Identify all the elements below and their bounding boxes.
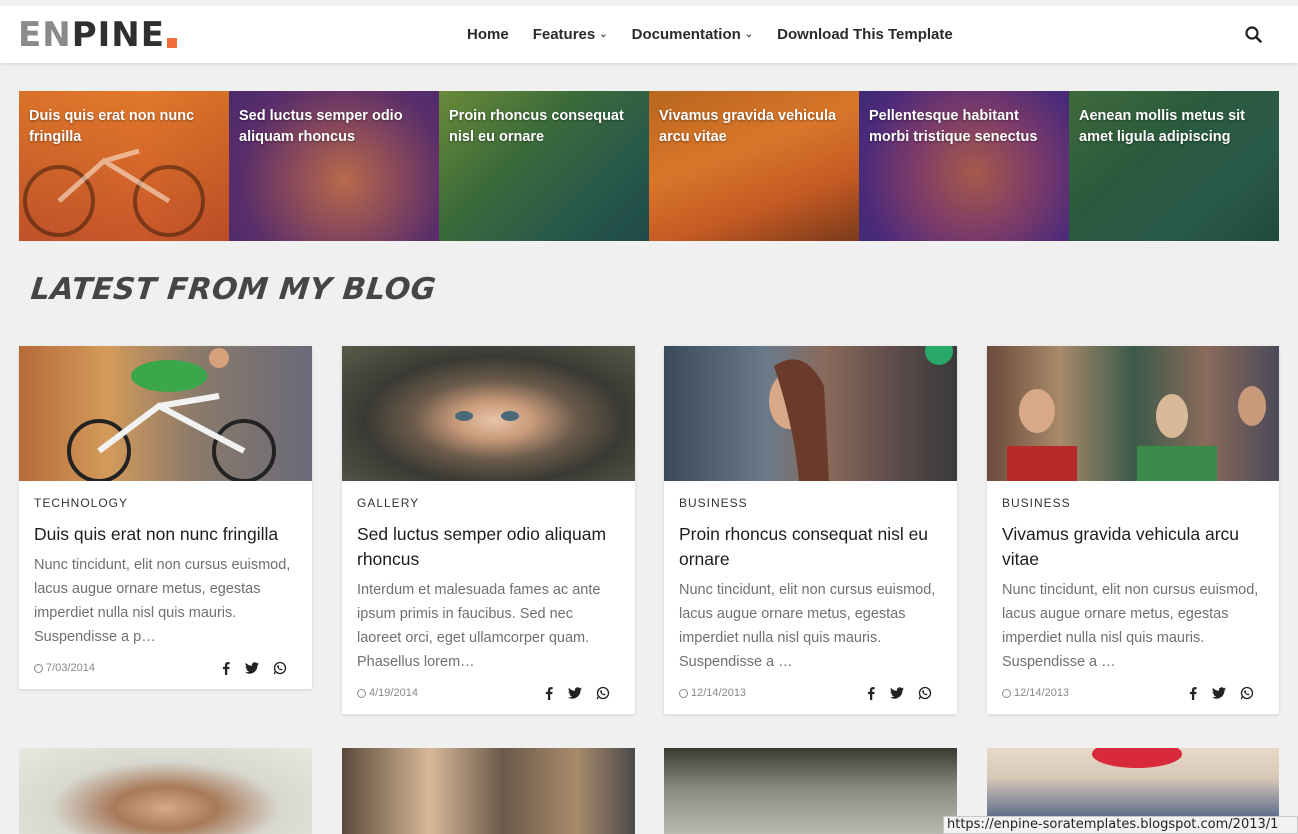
- featured-item[interactable]: Aenean mollis metus sit amet ligula adip…: [1069, 91, 1279, 241]
- whatsapp-icon[interactable]: [273, 661, 287, 675]
- crowd-photo: [1007, 386, 1266, 481]
- post-thumbnail[interactable]: [342, 748, 635, 834]
- post-excerpt: Nunc tincidunt, elit non cursus euismod,…: [679, 582, 936, 670]
- nav-documentation[interactable]: Documentation ⌄: [632, 26, 754, 43]
- facebook-icon[interactable]: [866, 686, 876, 700]
- clock-icon: [34, 663, 43, 673]
- nav-home[interactable]: Home: [467, 26, 509, 43]
- nav-label: Features: [532, 26, 596, 43]
- post-thumbnail[interactable]: [987, 346, 1279, 481]
- chevron-down-icon: ⌄: [744, 29, 754, 40]
- share-buttons: [866, 686, 932, 700]
- post-date-text: 7/03/2014: [46, 662, 95, 674]
- post-date: 12/14/2013: [679, 687, 746, 699]
- nav-download[interactable]: Download This Template: [777, 26, 953, 43]
- post-date-text: 12/14/2013: [691, 687, 747, 699]
- site-logo[interactable]: ENPINE: [18, 15, 177, 55]
- post-card[interactable]: Technology Duis quis erat non nunc fring…: [19, 346, 312, 689]
- clock-icon: [679, 688, 688, 698]
- facebook-icon[interactable]: [1188, 686, 1198, 700]
- featured-title[interactable]: Aenean mollis metus sit amet ligula adip…: [1079, 106, 1271, 148]
- post-date: 4/19/2014: [357, 687, 418, 699]
- site-header: ENPINE Home Features ⌄ Documentation ⌄ Dow…: [0, 0, 1298, 63]
- twitter-icon[interactable]: [1212, 687, 1226, 699]
- featured-title[interactable]: Sed luctus semper odio aliquam rhoncus: [239, 106, 431, 148]
- nav-label: Download This Template: [777, 26, 953, 43]
- post-date: 12/14/2013: [1002, 687, 1069, 699]
- featured-item[interactable]: Pellentesque habitant morbi tristique se…: [859, 91, 1069, 241]
- featured-item[interactable]: Proin rhoncus consequat nisl eu ornare: [439, 91, 649, 241]
- featured-title[interactable]: Vivamus gravida vehicula arcu vitae: [659, 106, 851, 148]
- clock-icon: [1002, 688, 1011, 698]
- twitter-icon[interactable]: [245, 662, 259, 674]
- post-title[interactable]: Proin rhoncus consequat nisl eu ornare: [679, 522, 942, 572]
- share-buttons: [544, 686, 610, 700]
- post-category[interactable]: Business: [679, 496, 942, 510]
- whatsapp-icon[interactable]: [1240, 686, 1254, 700]
- post-thumbnail[interactable]: [19, 346, 312, 481]
- facebook-icon[interactable]: [544, 686, 554, 700]
- post-excerpt: Interdum et malesuada fames ac ante ipsu…: [357, 582, 601, 670]
- nav-features[interactable]: Features ⌄: [533, 26, 608, 43]
- nav-label: Documentation: [631, 26, 741, 43]
- whatsapp-icon[interactable]: [596, 686, 610, 700]
- share-buttons: [1188, 686, 1254, 700]
- post-category[interactable]: Technology: [34, 496, 297, 510]
- nav-label: Home: [467, 26, 509, 43]
- share-buttons: [221, 661, 287, 675]
- cyclist-photo: [67, 348, 276, 481]
- post-category[interactable]: Business: [1002, 496, 1264, 510]
- logo-square: [166, 38, 177, 48]
- main-nav: Home Features ⌄ Documentation ⌄ Download T…: [455, 6, 965, 63]
- girl-portrait-photo: [455, 411, 519, 421]
- logo-text-part2: PINE: [71, 15, 165, 55]
- featured-title[interactable]: Proin rhoncus consequat nisl eu ornare: [449, 106, 641, 148]
- post-date: 7/03/2014: [34, 662, 95, 674]
- twitter-icon[interactable]: [568, 687, 582, 699]
- chevron-down-icon: ⌄: [599, 29, 608, 40]
- post-date-text: 12/14/2013: [1014, 687, 1070, 699]
- post-card[interactable]: Gallery Sed luctus semper odio aliquam r…: [342, 346, 635, 714]
- logo-text-part1: EN: [18, 15, 72, 55]
- featured-item[interactable]: Vivamus gravida vehicula arcu vitae: [649, 91, 859, 241]
- featured-slider: Duis quis erat non nunc fringilla Sed lu…: [19, 91, 1279, 241]
- post-excerpt: Nunc tincidunt, elit non cursus euismod,…: [1002, 582, 1259, 670]
- post-title[interactable]: Vivamus gravida vehicula arcu vitae: [1002, 522, 1264, 572]
- clock-icon: [357, 688, 366, 698]
- featured-item[interactable]: Sed luctus semper odio aliquam rhoncus: [229, 91, 439, 241]
- facebook-icon[interactable]: [221, 661, 231, 675]
- featured-title[interactable]: Duis quis erat non nunc fringilla: [29, 106, 221, 148]
- twitter-icon[interactable]: [890, 687, 904, 699]
- post-card[interactable]: Business Proin rhoncus consequat nisl eu…: [664, 346, 957, 714]
- post-excerpt: Nunc tincidunt, elit non cursus euismod,…: [34, 557, 291, 645]
- featured-item[interactable]: Duis quis erat non nunc fringilla: [19, 91, 229, 241]
- woman-street-photo: [769, 346, 953, 481]
- post-category[interactable]: Gallery: [357, 496, 620, 510]
- section-title: Latest From My Blog: [29, 272, 438, 307]
- post-card[interactable]: Business Vivamus gravida vehicula arcu v…: [987, 346, 1279, 714]
- post-title[interactable]: Duis quis erat non nunc fringilla: [34, 522, 297, 547]
- post-thumbnail[interactable]: [664, 748, 957, 834]
- post-thumbnail[interactable]: [664, 346, 957, 481]
- search-icon[interactable]: [1244, 25, 1264, 45]
- post-thumbnail[interactable]: [19, 748, 312, 834]
- post-title[interactable]: Sed luctus semper odio aliquam rhoncus: [357, 522, 620, 572]
- whatsapp-icon[interactable]: [918, 686, 932, 700]
- status-bar-url: https://enpine-soratemplates.blogspot.co…: [943, 816, 1298, 834]
- featured-title[interactable]: Pellentesque habitant morbi tristique se…: [869, 106, 1061, 148]
- post-date-text: 4/19/2014: [369, 687, 418, 699]
- post-thumbnail[interactable]: [342, 346, 635, 481]
